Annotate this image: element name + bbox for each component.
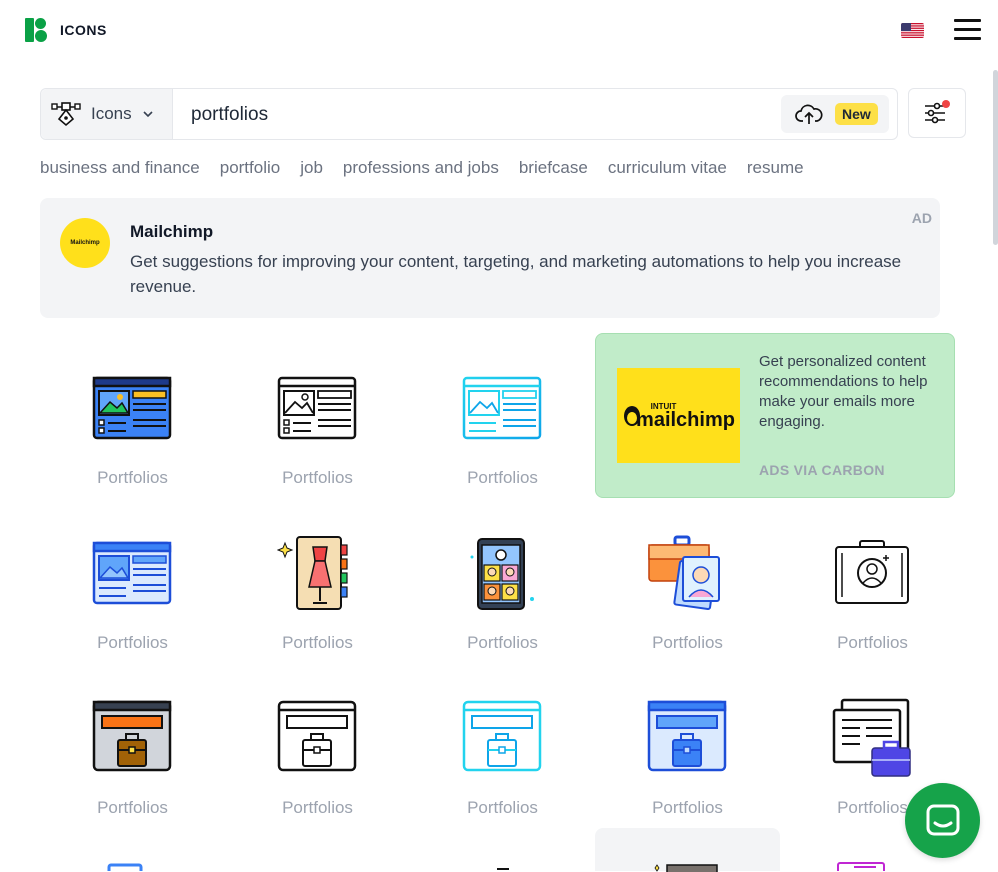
portfolio-website-color-icon <box>92 376 172 440</box>
icon-caption: Portfolios <box>97 468 168 487</box>
icon-card[interactable]: Portfolios <box>410 333 595 498</box>
briefcase-photos-icon <box>648 535 720 611</box>
portfolio-website-gradient-icon <box>462 376 542 440</box>
tag-link[interactable]: professions and jobs <box>343 158 499 178</box>
asset-type-label: Icons <box>91 104 132 123</box>
icon-card[interactable]: Portfolios <box>40 663 225 828</box>
icon-caption: Portfolios <box>837 633 908 652</box>
partial-icon-row <box>0 858 998 871</box>
search-bar: Icons New <box>40 88 898 140</box>
job-portfolio-color-icon <box>92 700 172 772</box>
new-badge: New <box>835 103 878 125</box>
icon-caption: Portfolios <box>652 798 723 817</box>
icon-card[interactable]: Portfolios <box>595 663 780 828</box>
icon-card[interactable]: Portfolios <box>225 333 410 498</box>
newspaper-briefcase-icon <box>832 698 911 777</box>
portfolio-website-outline-icon <box>277 376 357 440</box>
icon-caption: Portfolios <box>282 468 353 487</box>
sliders-icon <box>925 100 950 124</box>
tag-link[interactable]: briefcase <box>519 158 588 178</box>
job-portfolio-outline-icon <box>277 700 357 772</box>
logo-mark-icon <box>25 18 48 42</box>
ad-label: AD <box>911 210 932 226</box>
carbon-via-link[interactable]: ADS VIA CARBON <box>759 462 885 478</box>
icon-caption: Portfolios <box>97 633 168 652</box>
logo[interactable]: ICONS <box>25 18 107 42</box>
asset-type-select[interactable]: Icons <box>41 89 173 139</box>
ad-description: Get suggestions for improving your conte… <box>130 252 902 296</box>
job-portfolio-blue-icon <box>647 700 727 772</box>
search-by-image-button[interactable]: New <box>781 95 889 133</box>
icon-caption: Portfolios <box>97 798 168 817</box>
chevron-down-icon <box>143 111 153 118</box>
tag-link[interactable]: portfolio <box>220 158 280 178</box>
carbon-brand: mailchimp <box>636 409 735 431</box>
hamburger-icon[interactable] <box>954 19 981 41</box>
partial-icon <box>837 862 885 871</box>
icon-card[interactable]: Portfolios <box>595 498 780 663</box>
icon-card[interactable]: Portfolios <box>225 663 410 828</box>
mailchimp-monkey-icon <box>624 406 640 426</box>
logo-text: ICONS <box>60 22 107 38</box>
icon-caption: Portfolios <box>282 633 353 652</box>
icon-caption: Portfolios <box>467 468 538 487</box>
chat-support-button[interactable] <box>905 783 980 858</box>
carbon-ad-image: INTUIT mailchimp <box>617 368 740 463</box>
mobile-portfolio-icon <box>470 538 534 610</box>
tag-link[interactable]: curriculum vitae <box>608 158 727 178</box>
portfolio-website-blue-icon <box>92 541 172 605</box>
icon-card[interactable]: Portfolios <box>410 663 595 828</box>
icon-card[interactable]: Portfolios <box>410 498 595 663</box>
ad-banner[interactable]: Mailchimp Mailchimp Get suggestions for … <box>40 198 940 318</box>
partial-icon <box>497 868 509 870</box>
top-bar: ICONS <box>0 0 998 62</box>
carbon-ad[interactable]: INTUIT mailchimp Get personalized conten… <box>595 333 955 498</box>
icon-caption: Portfolios <box>467 633 538 652</box>
tag-link[interactable]: business and finance <box>40 158 200 178</box>
tag-link[interactable]: job <box>300 158 323 178</box>
mailchimp-logo-icon: Mailchimp <box>60 218 110 268</box>
icon-card[interactable]: Portfolios <box>780 498 965 663</box>
briefcase-profile-outline-icon <box>835 540 909 604</box>
scrollbar[interactable] <box>993 70 998 245</box>
us-flag-icon[interactable] <box>901 23 924 38</box>
search-input[interactable] <box>189 99 773 131</box>
tag-link[interactable]: resume <box>747 158 804 178</box>
fashion-portfolio-icon <box>277 536 348 610</box>
icon-card[interactable]: Portfolios <box>40 498 225 663</box>
icon-card[interactable]: Portfolios <box>225 498 410 663</box>
carbon-ad-text: Get personalized content recommendations… <box>759 353 928 430</box>
icon-card-hovered[interactable] <box>595 828 780 872</box>
filters-button[interactable] <box>908 88 966 138</box>
cloud-upload-icon <box>795 104 823 124</box>
related-tags: business and finance portfolio job profe… <box>40 158 804 178</box>
partial-icon <box>107 863 143 871</box>
job-portfolio-gradient-icon <box>462 700 542 772</box>
icon-caption: Portfolios <box>652 633 723 652</box>
icon-card[interactable]: Portfolios <box>40 333 225 498</box>
icon-caption: Portfolios <box>282 798 353 817</box>
icon-caption: Portfolios <box>467 798 538 817</box>
chat-icon <box>926 804 960 836</box>
ad-title: Mailchimp <box>130 222 214 241</box>
pen-tool-icon <box>51 102 81 127</box>
